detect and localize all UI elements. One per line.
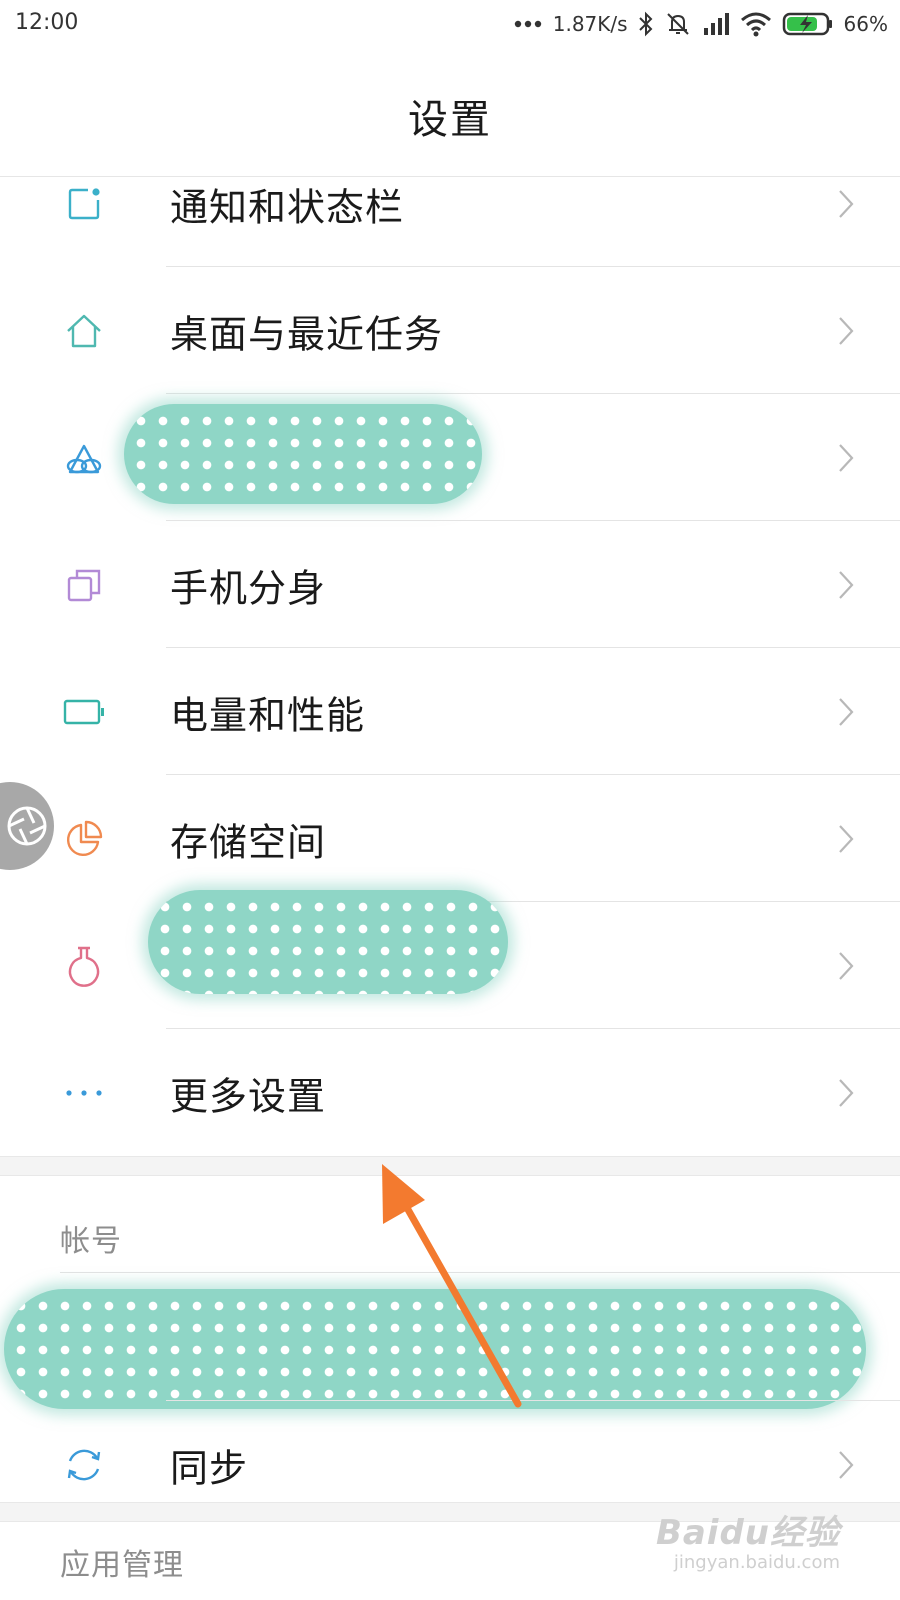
page-title: 设置: [408, 97, 492, 143]
status-bar: 12:00 1.87K/s 66%: [0, 0, 900, 48]
chevron-right-icon: [839, 697, 854, 726]
chevron-right-icon: [839, 1078, 854, 1107]
settings-item-label: 通知和状态栏: [170, 185, 405, 229]
bluetooth-icon: [638, 11, 652, 37]
chevron-right-icon: [839, 570, 854, 599]
sync-icon: [62, 1443, 106, 1487]
redaction-mark: [148, 890, 508, 994]
notification-icon: [62, 182, 106, 226]
settings-item-label: 同步: [170, 1446, 249, 1490]
home-icon: [62, 309, 106, 353]
second-space-icon: [62, 563, 106, 607]
settings-item-battery[interactable]: 电量和性能: [0, 648, 900, 775]
chevron-right-icon: [839, 951, 854, 980]
chevron-right-icon: [839, 443, 854, 472]
settings-item-home-screen[interactable]: 桌面与最近任务: [0, 267, 900, 394]
signal-icon: [703, 13, 729, 35]
section-header-apps: 应用管理: [60, 1548, 184, 1583]
settings-item-redacted-1[interactable]: [0, 394, 900, 521]
settings-item-storage[interactable]: 存储空间: [0, 775, 900, 902]
chevron-right-icon: [839, 189, 854, 218]
net-speed: 1.87K/s: [552, 12, 628, 36]
chevron-right-icon: [839, 316, 854, 345]
settings-item-label: 电量和性能: [170, 693, 366, 737]
storage-icon: [62, 817, 106, 861]
redaction-mark: [124, 404, 482, 504]
settings-item-label: 更多设置: [170, 1074, 327, 1118]
battery-percent: 66%: [843, 12, 888, 36]
settings-item-redacted-2[interactable]: [0, 890, 900, 1029]
battery-charging-icon: [782, 12, 832, 36]
chevron-right-icon: [839, 824, 854, 853]
baidu-watermark: Baidu经验 jingyan.baidu.com: [656, 1505, 840, 1573]
camera-aperture-icon: [7, 806, 47, 846]
more-dots-icon: [62, 1071, 106, 1115]
redaction-mark: [4, 1289, 866, 1409]
ellipsis-icon: [514, 20, 541, 28]
watermark-main: Baidu经验: [655, 1513, 840, 1553]
silent-icon: [666, 13, 689, 35]
watermark-sub: jingyan.baidu.com: [673, 1552, 840, 1573]
section-header-account: 帐号: [60, 1224, 122, 1259]
settings-item-notifications[interactable]: 通知和状态栏: [0, 140, 900, 267]
settings-item-label: 桌面与最近任务: [170, 312, 444, 356]
account-item-redacted[interactable]: [0, 1273, 900, 1409]
status-time: 12:00: [15, 10, 79, 35]
settings-item-label: 存储空间: [170, 820, 327, 864]
settings-item-more-settings[interactable]: 更多设置: [0, 1029, 900, 1156]
settings-item-second-space[interactable]: 手机分身: [0, 521, 900, 648]
status-right-cluster: 1.87K/s 66%: [513, 8, 888, 40]
wifi-icon: [740, 12, 771, 37]
chevron-right-icon: [839, 1450, 854, 1479]
settings-item-label: 手机分身: [170, 566, 327, 610]
theme-icon: [62, 436, 106, 480]
lab-flask-icon: [62, 944, 106, 988]
section-separator: [0, 1156, 900, 1176]
battery-icon: [62, 690, 106, 734]
